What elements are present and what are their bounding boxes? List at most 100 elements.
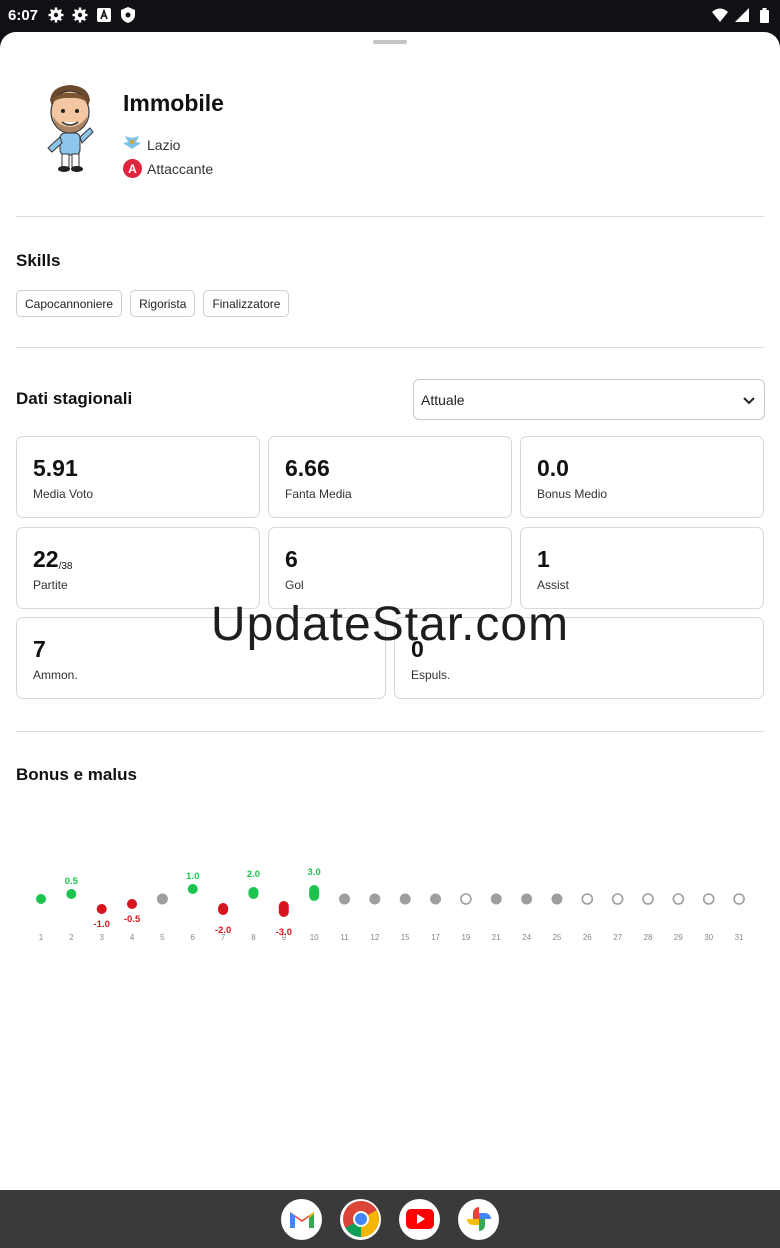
matchday-mark <box>551 893 563 905</box>
stat-value-main: 22 <box>33 546 59 572</box>
bonus-value-label: 0.5 <box>65 876 79 887</box>
season-select[interactable]: Attuale <box>413 379 765 420</box>
matchday-tick-label: 24 <box>522 933 531 942</box>
matchday-tick-label: 5 <box>160 933 165 942</box>
stat-value: 0 <box>411 636 424 662</box>
matchday-tick-label: 12 <box>370 933 379 942</box>
stat-card-gol: 6 Gol <box>268 527 512 609</box>
matchday-mark <box>399 893 411 905</box>
matchday-mark <box>156 893 168 905</box>
matchday-tick-label: 8 <box>251 933 256 942</box>
settings-icon <box>72 7 88 23</box>
gmail-icon[interactable] <box>281 1198 322 1240</box>
matchday-mark <box>339 893 350 905</box>
stat-card-assist: 1 Assist <box>520 527 764 609</box>
matchday-mark <box>369 893 381 905</box>
matchday-tick-label: 31 <box>735 933 744 942</box>
stat-label: Media Voto <box>33 487 94 501</box>
skills-title: Skills <box>16 251 61 270</box>
matchday-mark <box>66 889 77 899</box>
matchday-mark <box>702 893 715 905</box>
stat-value: 6 <box>285 546 298 572</box>
chrome-icon[interactable] <box>340 1198 381 1240</box>
matchday-tick-label: 27 <box>613 933 622 942</box>
matchday-mark <box>521 893 533 905</box>
role-name: Attaccante <box>147 160 214 177</box>
drag-handle[interactable] <box>373 40 407 44</box>
matchday-tick-label: 6 <box>191 933 196 942</box>
matchday-tick-label: 25 <box>552 933 561 942</box>
matchday-tick-label: 9 <box>282 933 287 942</box>
team-row: Lazio <box>123 136 180 153</box>
player-avatar <box>38 82 102 174</box>
bonus-value-label: 1.0 <box>186 871 199 882</box>
youtube-icon[interactable] <box>399 1198 440 1240</box>
matchday-tick-label: 11 <box>340 933 349 942</box>
skill-chip: Finalizzatore <box>203 290 290 317</box>
matchday-tick-label: 10 <box>310 933 319 942</box>
stat-value-total: /38 <box>58 561 73 572</box>
player-sheet: Immobile Lazio A Attaccante Skills Capoc… <box>0 32 780 1190</box>
divider <box>16 347 764 348</box>
matchday-mark <box>127 899 138 909</box>
matchday-tick-label: 15 <box>401 933 410 942</box>
matchday-mark <box>581 893 594 905</box>
bonus-value-label: -0.5 <box>124 914 141 925</box>
photos-icon[interactable] <box>458 1198 499 1240</box>
bonus-value-label: 2.0 <box>247 869 260 880</box>
stat-value: 1 <box>537 546 550 572</box>
stat-value: 7 <box>33 636 46 662</box>
matchday-tick-label: 1 <box>39 933 44 942</box>
signal-icon <box>734 7 750 23</box>
matchday-mark <box>490 893 502 905</box>
stat-label: Fanta Media <box>285 487 352 501</box>
matchday-mark <box>218 903 229 915</box>
matchday-mark <box>248 887 259 899</box>
stat-card-espulsioni: 0 Espuls. <box>394 617 764 699</box>
bonus-title: Bonus e malus <box>16 765 137 784</box>
chevron-down-icon <box>741 392 757 408</box>
skills-chips: Capocannoniere Rigorista Finalizzatore <box>16 290 290 317</box>
matchday-mark <box>309 885 320 901</box>
bonus-malus-chart: 10.52-1.03-0.54 51.06-2.072.08 -3.093.010 1… <box>36 867 745 942</box>
matchday-mark <box>672 893 685 905</box>
status-bar: 6:07 <box>0 0 780 30</box>
role-badge: A <box>123 159 142 178</box>
divider <box>16 216 764 217</box>
matchday-mark <box>278 901 289 917</box>
shield-icon <box>120 7 136 23</box>
stat-card-media-voto: 5.91 Media Voto <box>16 436 260 518</box>
stat-label: Bonus Medio <box>537 487 608 501</box>
stat-label: Partite <box>33 578 68 592</box>
status-time: 6:07 <box>8 6 39 24</box>
team-logo-icon <box>123 136 141 153</box>
player-name: Immobile <box>123 90 224 116</box>
matchday-tick-label: 21 <box>492 933 501 942</box>
stat-label: Gol <box>285 578 304 592</box>
matchday-tick-label: 30 <box>704 933 713 942</box>
matchday-mark <box>642 893 654 905</box>
stat-card-fanta-media: 6.66 Fanta Media <box>268 436 512 518</box>
matchday-tick-label: 4 <box>130 933 135 942</box>
matchday-mark <box>460 893 472 905</box>
stat-value: 22/38 <box>33 546 73 573</box>
matchday-tick-label: 3 <box>99 933 104 942</box>
matchday-tick-label: 26 <box>583 933 592 942</box>
navigation-bar <box>0 1190 780 1248</box>
matchday-tick-label: 2 <box>69 933 74 942</box>
stat-card-partite: 22/38 Partite <box>16 527 260 609</box>
stat-card-ammonizioni: 7 Ammon. <box>16 617 386 699</box>
matchday-tick-label: 19 <box>461 933 470 942</box>
matchday-tick-label: 7 <box>221 933 226 942</box>
battery-icon <box>756 7 772 23</box>
matchday-mark <box>611 893 624 905</box>
skill-chip: Capocannoniere <box>16 290 123 317</box>
role-row: A Attaccante <box>123 159 213 178</box>
season-title: Dati stagionali <box>16 389 133 408</box>
matchday-tick-label: 28 <box>644 933 653 942</box>
matchday-mark <box>96 904 107 914</box>
wifi-icon <box>712 7 728 23</box>
matchday-mark <box>430 893 442 905</box>
matchday-tick-label: 29 <box>674 933 683 942</box>
bonus-value-label: 3.0 <box>308 867 321 878</box>
